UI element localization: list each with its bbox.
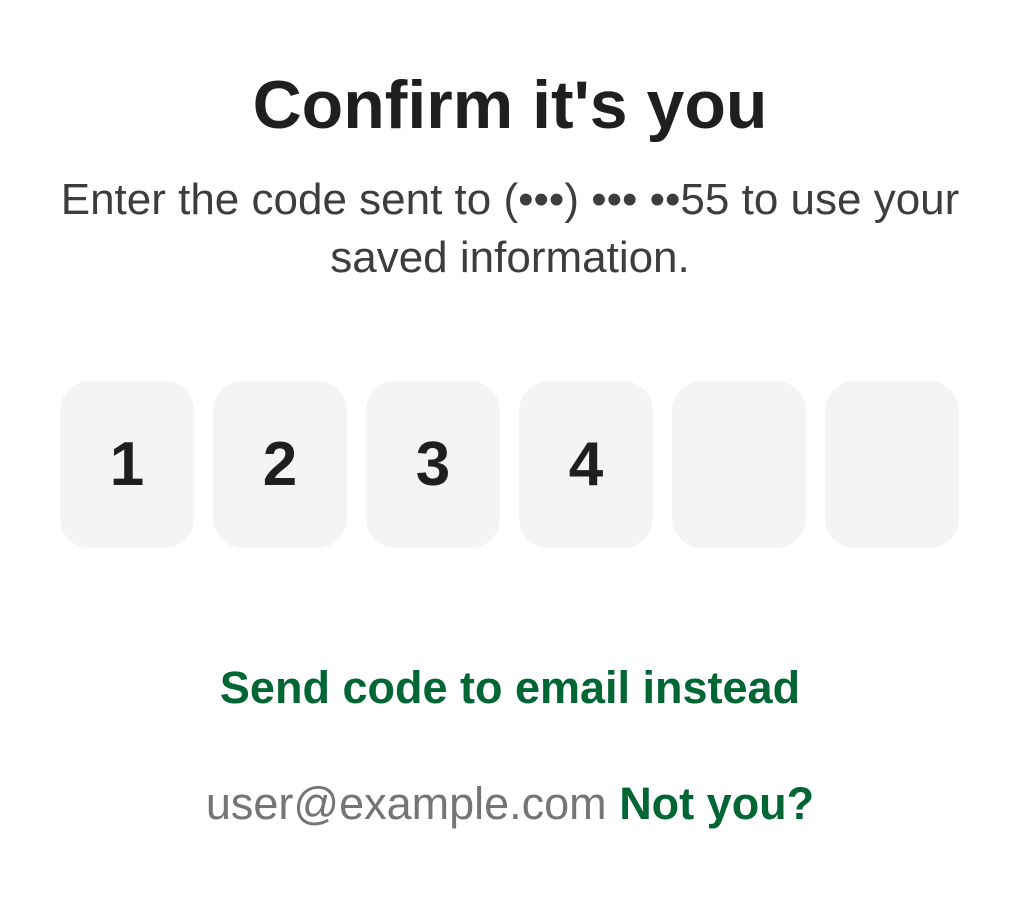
code-digit-input-1[interactable]: 1 (60, 381, 194, 548)
user-email: user@example.com (205, 778, 607, 829)
not-you-link[interactable]: Not you? (619, 778, 814, 829)
code-digit-input-6[interactable] (825, 381, 959, 548)
code-input-group: 1 2 3 4 (60, 381, 959, 548)
page-title: Confirm it's you (252, 67, 768, 143)
code-digit-input-5[interactable] (672, 381, 806, 548)
account-footer: user@example.com Not you? (0, 778, 1020, 830)
code-digit-input-4[interactable]: 4 (519, 381, 653, 548)
page-subtitle: Enter the code sent to (•••) ••• ••55 to… (60, 175, 960, 282)
code-digit-input-2[interactable]: 2 (213, 381, 347, 548)
send-code-to-email-link[interactable]: Send code to email instead (0, 662, 1020, 714)
code-digit-input-3[interactable]: 3 (366, 381, 500, 548)
